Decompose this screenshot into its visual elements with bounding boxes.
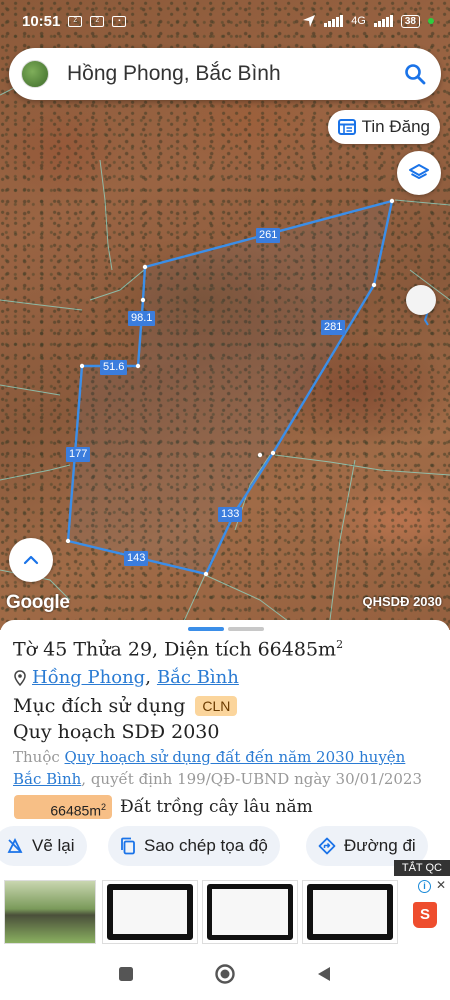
listing-icon [337,119,356,135]
layers-icon [409,164,429,179]
zalo-notification-icon: Z [90,15,105,27]
privacy-dot-icon [428,18,434,24]
ad-product-image[interactable] [102,880,198,944]
system-nav-bar [0,948,450,1000]
ad-info-icon[interactable]: i [418,880,431,893]
ad-product-image[interactable] [4,880,96,944]
search-bar[interactable]: Hồng Phong, Bắc Bình [9,48,441,100]
zalo-notification-icon: Z [68,15,83,27]
sheet-pager[interactable] [188,627,264,631]
recents-icon[interactable] [118,966,134,982]
home-icon[interactable] [214,963,236,985]
location-separator: , [145,667,151,688]
tin-dang-button[interactable]: Tin Đăng [327,110,440,144]
ad-product-image[interactable] [202,880,298,944]
clock: 10:51 [22,12,61,30]
chevron-up-icon [23,555,39,565]
map-pin-icon [14,669,26,686]
plan-description: Thuộc Quy hoạch sử dụng đất đến năm 2030… [13,748,422,788]
district-link[interactable]: Bắc Bình [157,667,239,688]
battery-icon: 38 [400,14,420,28]
back-icon[interactable] [316,965,332,983]
edge-length-label: 133 [218,507,243,522]
search-icon[interactable] [403,62,427,86]
image-notification-icon: ▪ [112,15,127,27]
area-badge: 66485m2 [14,795,112,819]
plan-heading: Quy hoạch SDĐ 2030 [13,721,220,743]
satellite-map[interactable]: 261 98.1 51.6 177 143 133 281 10:51 Z Z … [0,0,450,630]
land-type-label: Đất trồng cây lâu năm [120,797,313,817]
avatar[interactable] [21,60,49,88]
ad-close-icon[interactable]: ✕ [436,878,446,892]
status-bar: 10:51 Z Z ▪ 4G 38 [0,0,450,42]
ad-banner[interactable]: TẮT QC i ✕ S [0,860,450,948]
google-attribution: Google [6,592,70,613]
network-type: 4G [351,15,366,27]
purpose-label: Mục đích sử dụng [13,695,186,717]
edge-length-label: 261 [256,228,281,243]
location-arrow-icon [303,15,316,27]
commune-link[interactable]: Hồng Phong [32,667,145,688]
signal-icon [373,15,393,27]
expand-up-button[interactable] [9,538,53,582]
hide-ads-button[interactable]: TẮT QC [393,860,450,876]
land-purpose-row: Mục đích sử dụng CLN [13,695,238,717]
copy-icon [121,837,135,855]
shopee-logo-icon[interactable]: S [413,902,437,928]
parcel-info-sheet: Tờ 45 Thửa 29, Diện tích 66485m2 Hồng Ph… [0,620,450,1000]
side-handle[interactable] [406,285,436,315]
edge-length-label: 51.6 [100,360,128,375]
redraw-button[interactable]: Vẽ lại [0,826,87,866]
action-chips: Vẽ lại Sao chép tọa độ Đường đi [0,826,450,868]
edge-length-label: 98.1 [128,311,156,326]
tin-dang-label: Tin Đăng [361,117,430,136]
signal-icon [324,15,344,27]
edge-length-label: 143 [124,551,149,566]
land-code-badge: CLN [195,696,238,716]
search-input[interactable]: Hồng Phong, Bắc Bình [67,62,403,86]
copy-coordinates-button[interactable]: Sao chép tọa độ [108,826,280,866]
parcel-location: Hồng Phong, Bắc Bình [14,667,239,688]
ad-product-image[interactable] [302,880,398,944]
directions-icon [318,837,336,855]
map-layer-tag: QHSDĐ 2030 [362,594,442,609]
layers-button[interactable] [397,151,441,195]
edge-length-label: 177 [66,447,91,462]
area-row: 66485m2 Đất trồng cây lâu năm [14,795,313,819]
edge-length-label: 281 [321,320,346,335]
draw-polygon-icon [7,837,23,853]
parcel-title: Tờ 45 Thửa 29, Diện tích 66485m2 [13,638,344,661]
